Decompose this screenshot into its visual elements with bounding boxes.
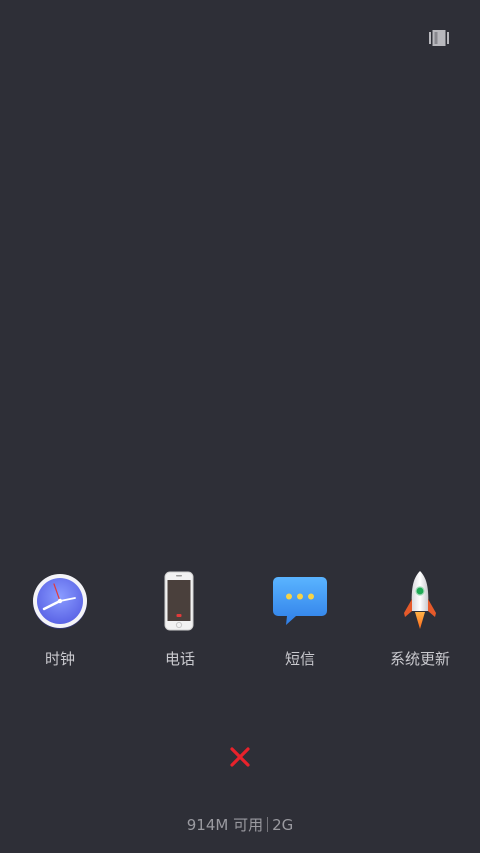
close-icon xyxy=(230,747,250,767)
app-phone[interactable]: 电话 xyxy=(120,565,240,675)
recent-apps-row: 时钟 电话 短信 系统更新 xyxy=(0,565,480,675)
layout-toggle-button[interactable] xyxy=(422,24,456,52)
clock-icon xyxy=(28,565,92,637)
phone-icon xyxy=(148,565,212,637)
app-clock[interactable]: 时钟 xyxy=(0,565,120,675)
message-icon xyxy=(268,565,332,637)
rocket-icon xyxy=(388,565,452,637)
app-messages[interactable]: 短信 xyxy=(240,565,360,675)
memory-separator xyxy=(267,817,269,832)
memory-total: 2G xyxy=(272,816,294,834)
recent-apps-screen: 时钟 电话 短信 系统更新 914M 可用 2G xyxy=(0,0,480,853)
app-system-update[interactable]: 系统更新 xyxy=(360,565,480,675)
app-label: 电话 xyxy=(164,650,195,668)
memory-status: 914M 可用 2G xyxy=(0,814,480,836)
memory-available: 914M 可用 xyxy=(186,816,264,834)
clear-all-button[interactable] xyxy=(223,740,257,774)
app-label: 短信 xyxy=(284,650,315,668)
layout-toggle-icon xyxy=(429,30,449,46)
app-label: 时钟 xyxy=(44,650,75,668)
app-label: 系统更新 xyxy=(389,650,450,668)
